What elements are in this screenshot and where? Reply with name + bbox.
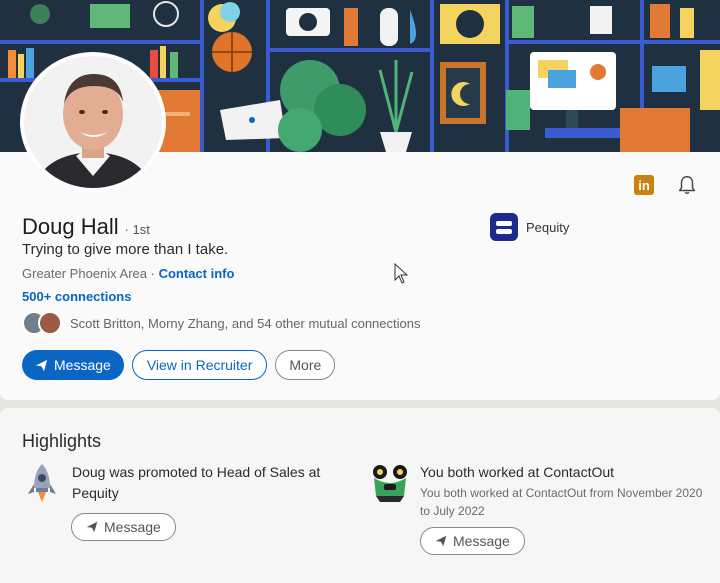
connections-link[interactable]: 500+ connections <box>22 289 131 304</box>
connection-degree: · 1st <box>124 222 150 237</box>
highlight-message-label: Message <box>104 519 161 535</box>
highlights-card: Highlights Doug was promoted to Head of … <box>0 408 720 583</box>
bell-icon[interactable] <box>676 174 698 196</box>
message-button-label: Message <box>54 357 111 373</box>
contactout-logo-icon <box>373 465 407 502</box>
profile-photo[interactable] <box>20 52 166 192</box>
linkedin-icon[interactable]: in <box>634 175 654 195</box>
top-icons: in <box>634 174 698 196</box>
current-company[interactable]: Pequity <box>490 213 569 241</box>
mutual-connections[interactable]: Scott Britton, Morny Zhang, and 54 other… <box>22 311 420 335</box>
mutual-avatars <box>22 311 62 335</box>
location-row: Greater Phoenix Area · Contact info <box>22 266 234 281</box>
profile-headline: Trying to give more than I take. <box>22 241 229 258</box>
company-name: Pequity <box>526 219 570 235</box>
page: in Doug Hall · 1st Trying to give more t… <box>0 0 720 583</box>
highlight-message-button[interactable]: Message <box>71 513 176 541</box>
rocket-icon <box>28 464 56 502</box>
profile-actions: Message View in Recruiter More <box>22 350 336 380</box>
company-logo-icon <box>490 213 518 241</box>
highlight-promotion-text: Doug was promoted to Head of Sales at Pe… <box>72 464 321 501</box>
highlight-message-button[interactable]: Message <box>420 527 525 555</box>
highlight-shared-company-detail: You both worked at ContactOut from Novem… <box>420 486 703 518</box>
highlights-title: Highlights <box>22 431 102 451</box>
view-in-recruiter-button[interactable]: View in Recruiter <box>131 350 268 380</box>
mouse-cursor-icon <box>394 263 409 284</box>
send-icon <box>35 359 48 371</box>
profile-photo-image <box>24 56 162 188</box>
highlight-message-label: Message <box>453 533 510 549</box>
send-icon <box>435 535 447 547</box>
profile-card: in Doug Hall · 1st Trying to give more t… <box>0 0 720 400</box>
message-button[interactable]: Message <box>22 350 124 380</box>
profile-location: Greater Phoenix Area · <box>22 266 155 281</box>
mutual-connections-text: Scott Britton, Morny Zhang, and 54 other… <box>70 315 421 331</box>
profile-name: Doug Hall <box>22 214 119 239</box>
highlight-shared-company-text: You both worked at ContactOut <box>420 464 615 480</box>
contact-info-link[interactable]: Contact info <box>159 266 235 281</box>
name-row: Doug Hall · 1st <box>22 214 150 240</box>
send-icon <box>86 521 98 533</box>
more-button[interactable]: More <box>275 350 336 380</box>
mutual-avatar <box>38 311 62 335</box>
